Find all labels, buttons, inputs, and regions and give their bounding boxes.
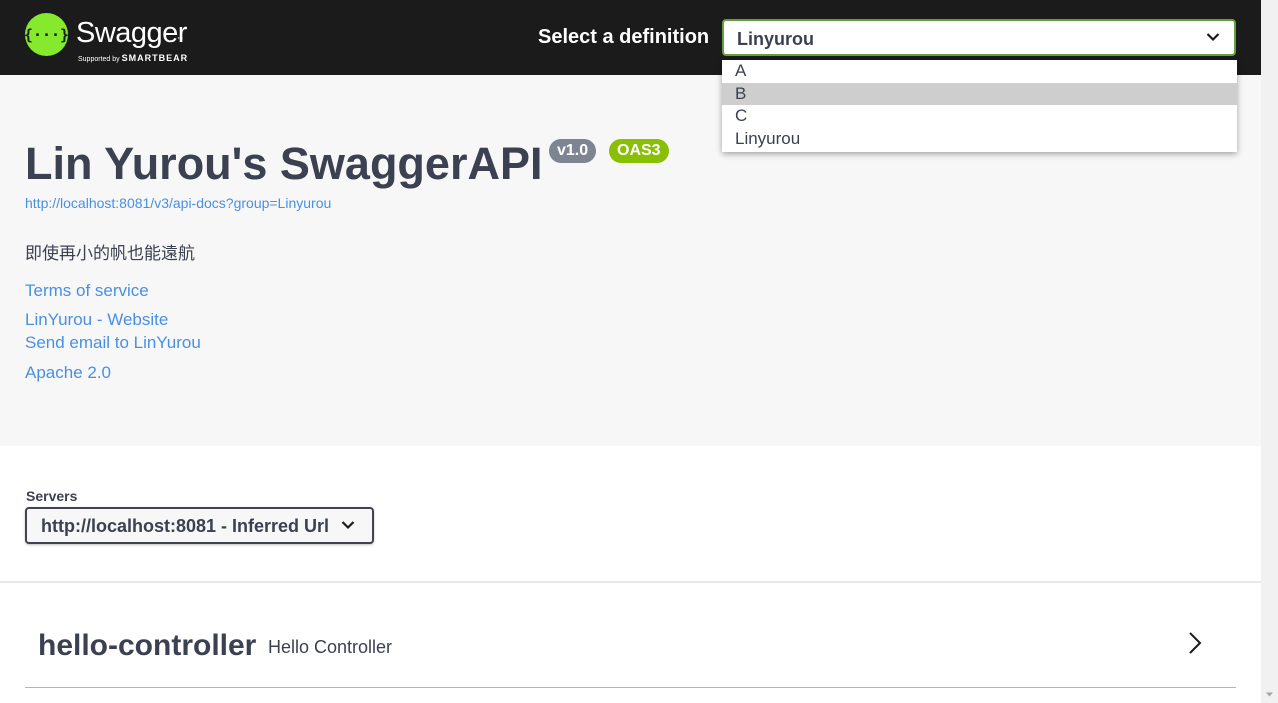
servers-label: Servers: [26, 488, 78, 504]
license-link[interactable]: Apache 2.0: [25, 363, 111, 383]
definition-label: Select a definition: [538, 26, 710, 48]
page-scrollbar[interactable]: [1261, 0, 1278, 703]
definition-select[interactable]: Linyurou: [722, 19, 1236, 56]
website-link[interactable]: LinYurou - Website: [25, 310, 168, 330]
tag-name: hello-controller: [38, 629, 257, 662]
logo-tagline: Supported by SMARTBEAR: [78, 53, 189, 63]
logo-wordmark: Swagger: [76, 17, 187, 49]
servers-select-value: http://localhost:8081 - Inferred Url: [41, 516, 330, 536]
tag-hello-controller[interactable]: hello-controller Hello Controller: [25, 620, 1236, 688]
chevron-down-icon: [1206, 33, 1220, 42]
definition-option-linyurou[interactable]: Linyurou: [722, 128, 1237, 151]
send-email-link[interactable]: Send email to LinYurou: [25, 333, 201, 353]
api-docs-url-link[interactable]: http://localhost:8081/v3/api-docs?group=…: [25, 195, 331, 211]
version-badge: v1.0: [549, 139, 597, 163]
definition-option-b[interactable]: B: [722, 82, 1237, 105]
svg-text:{···}: {···}: [25, 26, 68, 44]
section-divider: [0, 581, 1261, 583]
scroll-down-arrow-icon[interactable]: [1265, 690, 1274, 699]
chevron-down-icon: [341, 521, 355, 530]
swagger-logo-icon: {···}: [25, 13, 68, 56]
servers-select[interactable]: http://localhost:8081 - Inferred Url: [25, 507, 374, 544]
api-description: 即使再小的帆也能遠航: [25, 244, 195, 263]
swagger-logo[interactable]: {···} Swagger ™ Supported by SMARTBEAR: [25, 13, 205, 63]
page-title: Lin Yurou's SwaggerAPI: [25, 138, 543, 189]
oas-badge: OAS3: [609, 139, 669, 163]
definition-option-c[interactable]: C: [722, 105, 1237, 128]
chevron-right-icon[interactable]: [1188, 631, 1202, 655]
tag-description: Hello Controller: [268, 637, 393, 657]
definition-options-list: A B C Linyurou: [722, 60, 1237, 152]
terms-of-service-link[interactable]: Terms of service: [25, 281, 149, 301]
definition-select-value: Linyurou: [737, 29, 814, 49]
logo-trademark: ™: [177, 37, 183, 43]
definition-option-a[interactable]: A: [722, 60, 1237, 83]
